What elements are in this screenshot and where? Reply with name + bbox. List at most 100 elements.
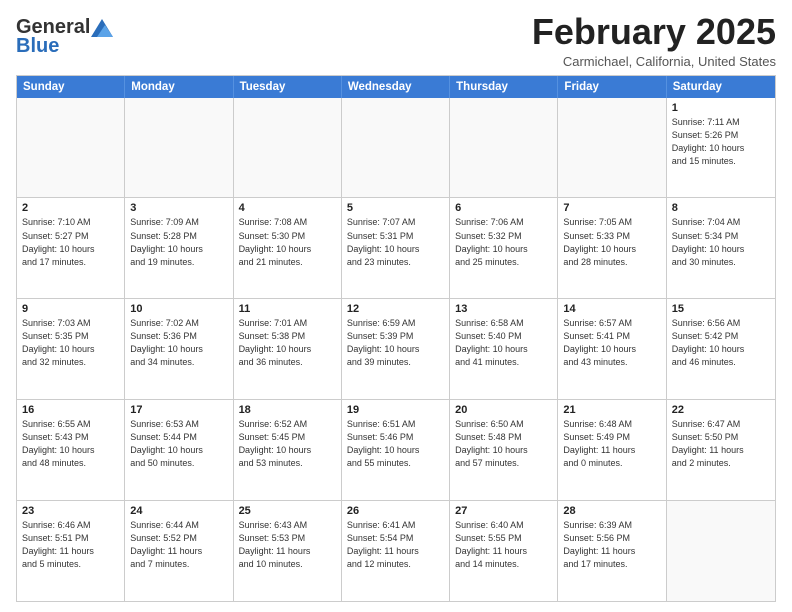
day-detail: Sunrise: 6:44 AM Sunset: 5:52 PM Dayligh… [130, 519, 227, 571]
page: General Blue February 2025 Carmichael, C… [0, 0, 792, 612]
calendar-cell: 2 Sunrise: 7:10 AM Sunset: 5:27 PM Daylig… [17, 198, 125, 298]
day-detail: Sunrise: 7:03 AM Sunset: 5:35 PM Dayligh… [22, 317, 119, 369]
day-detail: Sunrise: 6:47 AM Sunset: 5:50 PM Dayligh… [672, 418, 770, 470]
calendar-cell [125, 98, 233, 198]
day-detail: Sunrise: 7:02 AM Sunset: 5:36 PM Dayligh… [130, 317, 227, 369]
day-number: 13 [455, 303, 552, 315]
logo-blue-text: Blue [16, 35, 59, 58]
calendar-cell: 16 Sunrise: 6:55 AM Sunset: 5:43 PM Dayli… [17, 400, 125, 500]
calendar-cell: 25 Sunrise: 6:43 AM Sunset: 5:53 PM Dayli… [234, 501, 342, 601]
calendar-cell: 9 Sunrise: 7:03 AM Sunset: 5:35 PM Daylig… [17, 299, 125, 399]
day-number: 8 [672, 202, 770, 214]
calendar-cell: 10 Sunrise: 7:02 AM Sunset: 5:36 PM Dayli… [125, 299, 233, 399]
day-number: 9 [22, 303, 119, 315]
day-detail: Sunrise: 6:48 AM Sunset: 5:49 PM Dayligh… [563, 418, 660, 470]
title-block: February 2025 Carmichael, California, Un… [532, 12, 776, 69]
calendar-cell: 6Sunrise: 7:06 AM Sunset: 5:32 PM Daylig… [450, 198, 558, 298]
header-day-sunday: Sunday [17, 76, 125, 98]
day-detail: Sunrise: 7:10 AM Sunset: 5:27 PM Dayligh… [22, 216, 119, 268]
day-number: 11 [239, 303, 336, 315]
calendar-cell [450, 98, 558, 198]
calendar-cell: 21 Sunrise: 6:48 AM Sunset: 5:49 PM Dayli… [558, 400, 666, 500]
day-number: 3 [130, 202, 227, 214]
day-number: 5 [347, 202, 444, 214]
calendar-body: 1 Sunrise: 7:11 AM Sunset: 5:26 PM Daylig… [17, 98, 775, 601]
calendar: SundayMondayTuesdayWednesdayThursdayFrid… [16, 75, 776, 602]
calendar-cell: 24 Sunrise: 6:44 AM Sunset: 5:52 PM Dayli… [125, 501, 233, 601]
calendar-cell [234, 98, 342, 198]
day-number: 28 [563, 505, 660, 517]
calendar-cell: 27 Sunrise: 6:40 AM Sunset: 5:55 PM Dayli… [450, 501, 558, 601]
calendar-cell: 1 Sunrise: 7:11 AM Sunset: 5:26 PM Daylig… [667, 98, 775, 198]
day-number: 12 [347, 303, 444, 315]
calendar-cell: 8 Sunrise: 7:04 AM Sunset: 5:34 PM Daylig… [667, 198, 775, 298]
header-day-saturday: Saturday [667, 76, 775, 98]
calendar-cell: 19Sunrise: 6:51 AM Sunset: 5:46 PM Dayli… [342, 400, 450, 500]
day-number: 19 [347, 404, 444, 416]
day-detail: Sunrise: 6:56 AM Sunset: 5:42 PM Dayligh… [672, 317, 770, 369]
calendar-cell: 17 Sunrise: 6:53 AM Sunset: 5:44 PM Dayli… [125, 400, 233, 500]
day-number: 18 [239, 404, 336, 416]
header-day-monday: Monday [125, 76, 233, 98]
day-number: 10 [130, 303, 227, 315]
calendar-cell: 3 Sunrise: 7:09 AM Sunset: 5:28 PM Daylig… [125, 198, 233, 298]
calendar-cell [342, 98, 450, 198]
day-detail: Sunrise: 7:05 AM Sunset: 5:33 PM Dayligh… [563, 216, 660, 268]
day-number: 17 [130, 404, 227, 416]
calendar-row-4: 23 Sunrise: 6:46 AM Sunset: 5:51 PM Dayli… [17, 500, 775, 601]
day-detail: Sunrise: 6:41 AM Sunset: 5:54 PM Dayligh… [347, 519, 444, 571]
logo-icon [91, 19, 113, 37]
calendar-cell: 4 Sunrise: 7:08 AM Sunset: 5:30 PM Daylig… [234, 198, 342, 298]
calendar-cell [667, 501, 775, 601]
calendar-cell: 5 Sunrise: 7:07 AM Sunset: 5:31 PM Daylig… [342, 198, 450, 298]
calendar-cell: 23 Sunrise: 6:46 AM Sunset: 5:51 PM Dayli… [17, 501, 125, 601]
calendar-cell: 12Sunrise: 6:59 AM Sunset: 5:39 PM Dayli… [342, 299, 450, 399]
header-day-thursday: Thursday [450, 76, 558, 98]
day-detail: Sunrise: 6:46 AM Sunset: 5:51 PM Dayligh… [22, 519, 119, 571]
day-number: 1 [672, 102, 770, 114]
header-day-friday: Friday [558, 76, 666, 98]
day-number: 7 [563, 202, 660, 214]
calendar-cell [558, 98, 666, 198]
day-detail: Sunrise: 7:04 AM Sunset: 5:34 PM Dayligh… [672, 216, 770, 268]
calendar-cell: 28 Sunrise: 6:39 AM Sunset: 5:56 PM Dayli… [558, 501, 666, 601]
day-detail: Sunrise: 6:39 AM Sunset: 5:56 PM Dayligh… [563, 519, 660, 571]
day-detail: Sunrise: 7:07 AM Sunset: 5:31 PM Dayligh… [347, 216, 444, 268]
day-detail: Sunrise: 7:11 AM Sunset: 5:26 PM Dayligh… [672, 116, 770, 168]
day-detail: Sunrise: 6:40 AM Sunset: 5:55 PM Dayligh… [455, 519, 552, 571]
day-number: 24 [130, 505, 227, 517]
calendar-cell [17, 98, 125, 198]
header: General Blue February 2025 Carmichael, C… [16, 12, 776, 69]
day-number: 25 [239, 505, 336, 517]
calendar-cell: 26Sunrise: 6:41 AM Sunset: 5:54 PM Dayli… [342, 501, 450, 601]
calendar-row-1: 2 Sunrise: 7:10 AM Sunset: 5:27 PM Daylig… [17, 197, 775, 298]
day-number: 4 [239, 202, 336, 214]
calendar-cell: 22 Sunrise: 6:47 AM Sunset: 5:50 PM Dayli… [667, 400, 775, 500]
header-day-tuesday: Tuesday [234, 76, 342, 98]
header-day-wednesday: Wednesday [342, 76, 450, 98]
day-detail: Sunrise: 6:57 AM Sunset: 5:41 PM Dayligh… [563, 317, 660, 369]
day-detail: Sunrise: 6:43 AM Sunset: 5:53 PM Dayligh… [239, 519, 336, 571]
day-number: 15 [672, 303, 770, 315]
day-detail: Sunrise: 7:09 AM Sunset: 5:28 PM Dayligh… [130, 216, 227, 268]
day-detail: Sunrise: 6:50 AM Sunset: 5:48 PM Dayligh… [455, 418, 552, 470]
day-detail: Sunrise: 6:52 AM Sunset: 5:45 PM Dayligh… [239, 418, 336, 470]
day-number: 2 [22, 202, 119, 214]
calendar-cell: 18 Sunrise: 6:52 AM Sunset: 5:45 PM Dayli… [234, 400, 342, 500]
location: Carmichael, California, United States [532, 54, 776, 69]
day-number: 6 [455, 202, 552, 214]
day-detail: Sunrise: 7:01 AM Sunset: 5:38 PM Dayligh… [239, 317, 336, 369]
day-detail: Sunrise: 6:58 AM Sunset: 5:40 PM Dayligh… [455, 317, 552, 369]
day-detail: Sunrise: 6:55 AM Sunset: 5:43 PM Dayligh… [22, 418, 119, 470]
logo: General Blue [16, 16, 111, 58]
calendar-cell: 15 Sunrise: 6:56 AM Sunset: 5:42 PM Dayli… [667, 299, 775, 399]
day-number: 16 [22, 404, 119, 416]
day-number: 23 [22, 505, 119, 517]
day-detail: Sunrise: 7:08 AM Sunset: 5:30 PM Dayligh… [239, 216, 336, 268]
day-detail: Sunrise: 6:53 AM Sunset: 5:44 PM Dayligh… [130, 418, 227, 470]
day-number: 27 [455, 505, 552, 517]
calendar-cell: 11 Sunrise: 7:01 AM Sunset: 5:38 PM Dayli… [234, 299, 342, 399]
month-title: February 2025 [532, 12, 776, 52]
day-number: 21 [563, 404, 660, 416]
day-number: 22 [672, 404, 770, 416]
